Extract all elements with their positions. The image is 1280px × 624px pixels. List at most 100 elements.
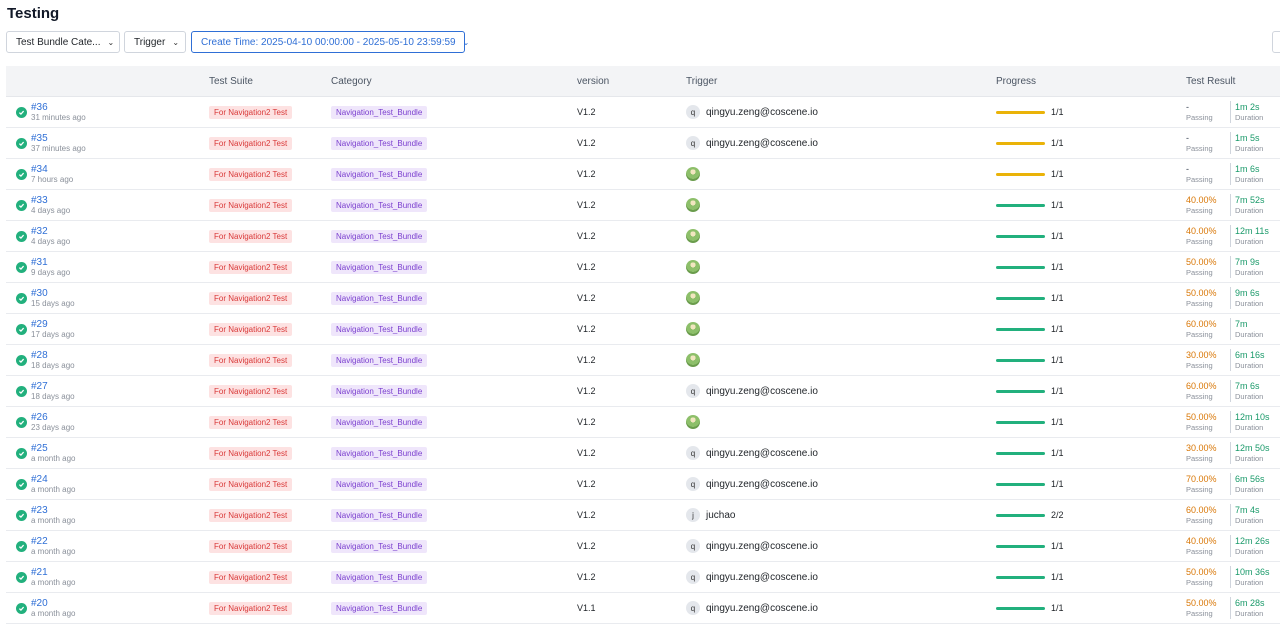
run-id-link[interactable]: #21 <box>31 567 75 578</box>
progress-count: 1/1 <box>1051 262 1064 272</box>
trigger-user[interactable]: qingyu.zeng@coscene.io <box>706 386 818 397</box>
progress-bar <box>996 389 1045 393</box>
run-id-link[interactable]: #29 <box>31 319 75 330</box>
run-time-ago: 15 days ago <box>31 298 75 308</box>
duration-label: Duration <box>1235 485 1264 494</box>
run-id-link[interactable]: #31 <box>31 257 70 268</box>
run-id-link[interactable]: #22 <box>31 536 75 547</box>
trigger-filter-dropdown[interactable]: Trigger ⌄ <box>124 31 186 53</box>
toolbar-edge-button[interactable]: ⋮ <box>1272 31 1280 53</box>
column-header-test-suite[interactable]: Test Suite <box>199 66 331 97</box>
duration-value: 12m 26s <box>1235 536 1270 546</box>
trigger-user[interactable]: qingyu.zeng@coscene.io <box>706 541 818 552</box>
table-row[interactable]: #26 23 days ago For Navigation2 Test Nav… <box>6 406 1280 438</box>
run-id-link[interactable]: #34 <box>31 164 73 175</box>
category-tag: Navigation_Test_Bundle <box>331 199 428 212</box>
trigger-user[interactable]: qingyu.zeng@coscene.io <box>706 448 818 459</box>
table-row[interactable]: #33 4 days ago For Navigation2 Test Navi… <box>6 189 1280 221</box>
column-header-category[interactable]: Category <box>331 66 577 97</box>
table-row[interactable]: #30 15 days ago For Navigation2 Test Nav… <box>6 282 1280 314</box>
run-time-ago: 7 hours ago <box>31 174 74 184</box>
run-id-link[interactable]: #28 <box>31 350 75 361</box>
progress-count: 1/1 <box>1051 386 1064 396</box>
test-suite-tag: For Navigation2 Test <box>209 509 293 522</box>
trigger-user[interactable]: qingyu.zeng@coscene.io <box>706 603 818 614</box>
table-row[interactable]: #32 4 days ago For Navigation2 Test Navi… <box>6 220 1280 252</box>
progress-bar <box>996 327 1045 331</box>
run-id-link[interactable]: #26 <box>31 412 75 423</box>
duration-label: Duration <box>1235 361 1264 370</box>
column-header-progress[interactable]: Progress <box>996 66 1186 97</box>
progress-bar <box>996 110 1045 114</box>
table-header-row: Test Suite Category version Trigger Prog… <box>6 66 1280 97</box>
trigger-user[interactable]: qingyu.zeng@coscene.io <box>706 107 818 118</box>
table-row[interactable]: #21 a month ago For Navigation2 Test Nav… <box>6 561 1280 593</box>
table-row[interactable]: #31 9 days ago For Navigation2 Test Navi… <box>6 251 1280 283</box>
run-id-link[interactable]: #35 <box>31 133 86 144</box>
passing-rate: 50.00% <box>1186 412 1217 422</box>
duration-label: Duration <box>1235 578 1264 587</box>
table-row[interactable]: #34 7 hours ago For Navigation2 Test Nav… <box>6 158 1280 190</box>
run-id-link[interactable]: #23 <box>31 505 75 516</box>
version-text: V1.2 <box>577 200 596 210</box>
trigger-user[interactable]: qingyu.zeng@coscene.io <box>706 138 818 149</box>
run-id-link[interactable]: #36 <box>31 102 86 113</box>
progress-bar <box>996 420 1045 424</box>
run-time-ago: 9 days ago <box>31 267 71 277</box>
version-text: V1.2 <box>577 169 596 179</box>
run-id-link[interactable]: #33 <box>31 195 70 206</box>
progress-count: 1/1 <box>1051 169 1064 179</box>
progress-bar <box>996 358 1045 362</box>
category-filter-dropdown[interactable]: Test Bundle Cate... ⌄ <box>6 31 120 53</box>
trigger-avatar-image <box>686 353 700 367</box>
table-row[interactable]: #36 31 minutes ago For Navigation2 Test … <box>6 96 1280 128</box>
column-header-test-result[interactable]: Test Result <box>1186 66 1280 97</box>
duration-value: 6m 16s <box>1235 350 1265 360</box>
test-suite-tag: For Navigation2 Test <box>209 478 293 491</box>
test-suite-tag: For Navigation2 Test <box>209 385 293 398</box>
success-check-icon <box>16 447 27 459</box>
table-row[interactable]: #22 a month ago For Navigation2 Test Nav… <box>6 530 1280 562</box>
progress-bar <box>996 265 1045 269</box>
run-id-link[interactable]: #27 <box>31 381 75 392</box>
test-suite-tag: For Navigation2 Test <box>209 447 293 460</box>
version-text: V1.2 <box>577 324 596 334</box>
trigger-avatar: q <box>686 477 700 491</box>
table-row[interactable]: #23 a month ago For Navigation2 Test Nav… <box>6 499 1280 531</box>
run-time-ago: 4 days ago <box>31 236 71 246</box>
table-row[interactable]: #27 18 days ago For Navigation2 Test Nav… <box>6 375 1280 407</box>
table-row[interactable]: #28 18 days ago For Navigation2 Test Nav… <box>6 344 1280 376</box>
run-id-link[interactable]: #25 <box>31 443 75 454</box>
run-id-link[interactable]: #20 <box>31 598 75 609</box>
passing-rate: 50.00% <box>1186 288 1217 298</box>
test-suite-tag: For Navigation2 Test <box>209 416 293 429</box>
table-row[interactable]: #24 a month ago For Navigation2 Test Nav… <box>6 468 1280 500</box>
duration-label: Duration <box>1235 454 1264 463</box>
create-time-filter[interactable]: Create Time: 2025-04-10 00:00:00 - 2025-… <box>191 31 469 53</box>
category-tag: Navigation_Test_Bundle <box>331 540 428 553</box>
table-row[interactable]: #29 17 days ago For Navigation2 Test Nav… <box>6 313 1280 345</box>
success-check-icon <box>16 478 27 490</box>
trigger-user[interactable]: qingyu.zeng@coscene.io <box>706 572 818 583</box>
table-row[interactable]: #25 a month ago For Navigation2 Test Nav… <box>6 437 1280 469</box>
duration-label: Duration <box>1235 144 1264 153</box>
trigger-user[interactable]: qingyu.zeng@coscene.io <box>706 479 818 490</box>
category-tag: Navigation_Test_Bundle <box>331 416 428 429</box>
trigger-user[interactable]: juchao <box>706 510 735 521</box>
run-id-link[interactable]: #24 <box>31 474 75 485</box>
success-check-icon <box>16 137 27 149</box>
trigger-avatar: q <box>686 136 700 150</box>
run-id-link[interactable]: #32 <box>31 226 70 237</box>
duration-value: 9m 6s <box>1235 288 1260 298</box>
passing-label: Passing <box>1186 423 1213 432</box>
progress-bar <box>996 544 1045 548</box>
run-id-link[interactable]: #30 <box>31 288 75 299</box>
trigger-avatar-image <box>686 415 700 429</box>
category-tag: Navigation_Test_Bundle <box>331 137 428 150</box>
column-header-trigger[interactable]: Trigger <box>686 66 996 97</box>
column-header-version[interactable]: version <box>577 66 686 97</box>
success-check-icon <box>16 261 27 273</box>
version-text: V1.2 <box>577 541 596 551</box>
table-row[interactable]: #35 37 minutes ago For Navigation2 Test … <box>6 127 1280 159</box>
duration-label: Duration <box>1235 175 1264 184</box>
